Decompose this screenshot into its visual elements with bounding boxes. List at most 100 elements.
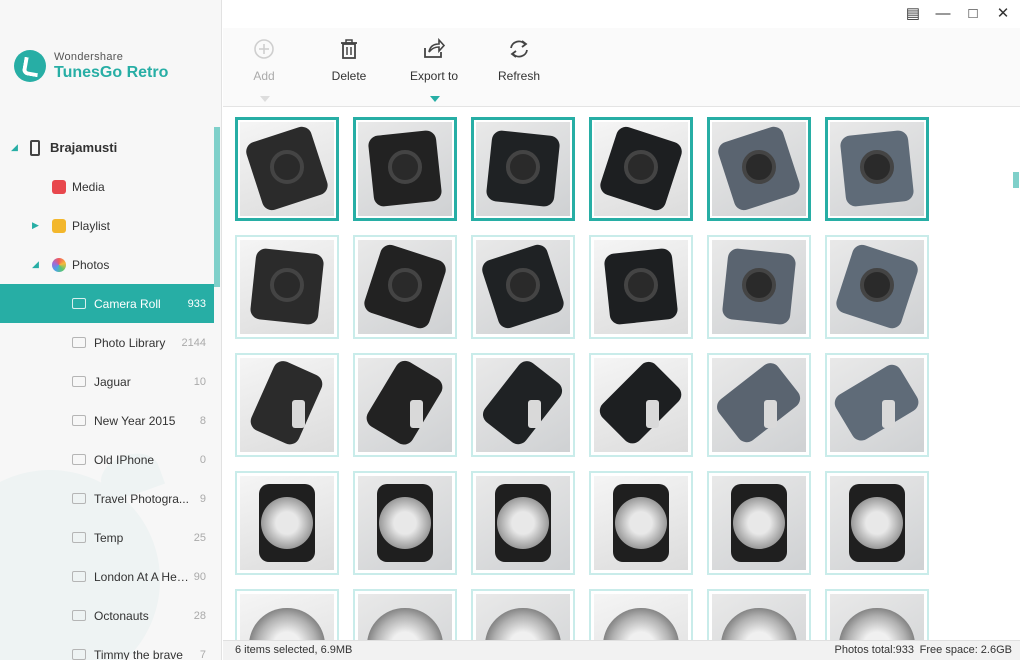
photo-image <box>594 358 688 452</box>
photo-thumbnail[interactable] <box>235 353 339 457</box>
sidebar-item-playlist[interactable]: ▶ Playlist <box>0 206 214 245</box>
add-dropdown-icon[interactable] <box>260 96 270 102</box>
lens-ring-shape <box>506 268 540 303</box>
photo-thumbnail[interactable] <box>825 589 929 640</box>
lens-ring-shape <box>860 150 894 185</box>
album-count: 90 <box>193 570 206 583</box>
photo-image <box>476 594 570 640</box>
lens-ring-shape <box>270 268 304 303</box>
close-icon[interactable]: ✕ <box>994 5 1012 23</box>
minimize-icon[interactable]: — <box>934 5 952 23</box>
tunesgo-logo-icon <box>14 50 46 82</box>
photo-thumbnail[interactable] <box>471 353 575 457</box>
photo-image <box>594 594 688 640</box>
lens-ring-shape <box>742 268 776 303</box>
collapse-arrow-icon[interactable]: ▶ <box>32 220 39 231</box>
export-dropdown-icon[interactable] <box>430 96 440 102</box>
expand-arrow-icon[interactable]: ◢ <box>11 142 18 153</box>
photo-thumbnail[interactable] <box>353 235 457 339</box>
wifi-album-icon <box>72 571 86 582</box>
album-item[interactable]: New Year 2015 8 <box>0 401 214 440</box>
add-button[interactable]: Add <box>229 38 299 102</box>
photo-thumbnail[interactable] <box>707 117 811 221</box>
album-count: 933 <box>187 297 206 310</box>
sidebar-item-photos[interactable]: ◢ Photos <box>0 245 214 284</box>
photo-thumbnail[interactable] <box>471 235 575 339</box>
export-label: Export to <box>409 69 459 83</box>
wifi-album-icon <box>72 454 86 465</box>
sidebar-scrollbar[interactable] <box>214 127 220 287</box>
sidebar-item-media[interactable]: Media <box>0 167 214 206</box>
window-controls: ▤ — □ ✕ <box>904 5 1012 23</box>
photo-thumbnail[interactable] <box>235 117 339 221</box>
photo-thumbnail[interactable] <box>707 589 811 640</box>
photo-thumbnail[interactable] <box>471 471 575 575</box>
album-item[interactable]: Octonauts 28 <box>0 596 214 635</box>
phone-case-shape <box>596 358 686 448</box>
photo-thumbnail[interactable] <box>707 471 811 575</box>
device-node[interactable]: ◢ Brajamusti <box>0 128 214 167</box>
lens-ring-shape <box>881 400 895 429</box>
photo-thumbnail[interactable] <box>825 235 929 339</box>
maximize-icon[interactable]: □ <box>964 5 982 23</box>
lens-ring-shape <box>388 150 422 185</box>
grid-scrollbar[interactable] <box>1013 172 1019 188</box>
photo-thumbnail[interactable] <box>353 471 457 575</box>
photo-thumbnail[interactable] <box>707 235 811 339</box>
lens-ring-shape <box>367 608 443 640</box>
lens-ring-shape <box>624 268 658 303</box>
album-label: Temp <box>94 530 124 545</box>
album-item[interactable]: Photo Library 2144 <box>0 323 214 362</box>
photo-image <box>712 594 806 640</box>
album-item[interactable]: Timmy the brave 7 <box>0 635 214 660</box>
photo-thumbnail[interactable] <box>353 589 457 640</box>
lens-ring-shape <box>485 608 561 640</box>
photo-image <box>712 122 806 216</box>
photo-thumbnail[interactable] <box>589 117 693 221</box>
lens-ring-shape <box>603 608 679 640</box>
album-label: London At A Height <box>94 569 190 584</box>
album-item[interactable]: Travel Photogra... 9 <box>0 479 214 518</box>
sidebar: Wondershare TunesGo Retro ◢ Brajamusti M… <box>0 0 222 660</box>
export-button[interactable]: Export to <box>399 38 469 102</box>
photo-thumbnail[interactable] <box>589 589 693 640</box>
photo-thumbnail[interactable] <box>825 471 929 575</box>
lens-ring-shape <box>388 268 422 303</box>
album-item[interactable]: Temp 25 <box>0 518 214 557</box>
photo-image <box>358 594 452 640</box>
album-item[interactable]: Jaguar 10 <box>0 362 214 401</box>
album-count: 2144 <box>181 336 206 349</box>
expand-arrow-icon[interactable]: ◢ <box>32 259 39 270</box>
photo-thumbnail[interactable] <box>589 235 693 339</box>
photo-image <box>830 358 924 452</box>
photo-thumbnail[interactable] <box>353 117 457 221</box>
refresh-button[interactable]: Refresh <box>484 38 554 83</box>
album-item[interactable]: London At A Height 90 <box>0 557 214 596</box>
photo-thumbnail[interactable] <box>589 353 693 457</box>
album-item[interactable]: Camera Roll 933 <box>0 284 214 323</box>
device-name: Brajamusti <box>50 140 118 155</box>
lens-ring-shape <box>721 608 797 640</box>
phone-case-shape <box>363 358 447 449</box>
photo-image <box>358 122 452 216</box>
photo-thumbnail[interactable] <box>707 353 811 457</box>
photo-image <box>240 358 334 452</box>
photo-thumbnail[interactable] <box>825 117 929 221</box>
feedback-icon[interactable]: ▤ <box>904 5 922 23</box>
album-label: Old IPhone <box>94 452 155 467</box>
album-label: Octonauts <box>94 608 149 623</box>
photo-thumbnail[interactable] <box>825 353 929 457</box>
photo-thumbnail[interactable] <box>589 471 693 575</box>
photo-thumbnail[interactable] <box>235 235 339 339</box>
photo-image <box>476 122 570 216</box>
album-item[interactable]: Old IPhone 0 <box>0 440 214 479</box>
photo-thumbnail[interactable] <box>471 117 575 221</box>
photo-thumbnail[interactable] <box>353 353 457 457</box>
photo-thumbnail[interactable] <box>235 589 339 640</box>
lens-ring-shape <box>645 400 659 429</box>
photo-thumbnail[interactable] <box>471 589 575 640</box>
photo-image <box>240 594 334 640</box>
photo-image <box>240 122 334 216</box>
photo-thumbnail[interactable] <box>235 471 339 575</box>
delete-button[interactable]: Delete <box>314 38 384 83</box>
